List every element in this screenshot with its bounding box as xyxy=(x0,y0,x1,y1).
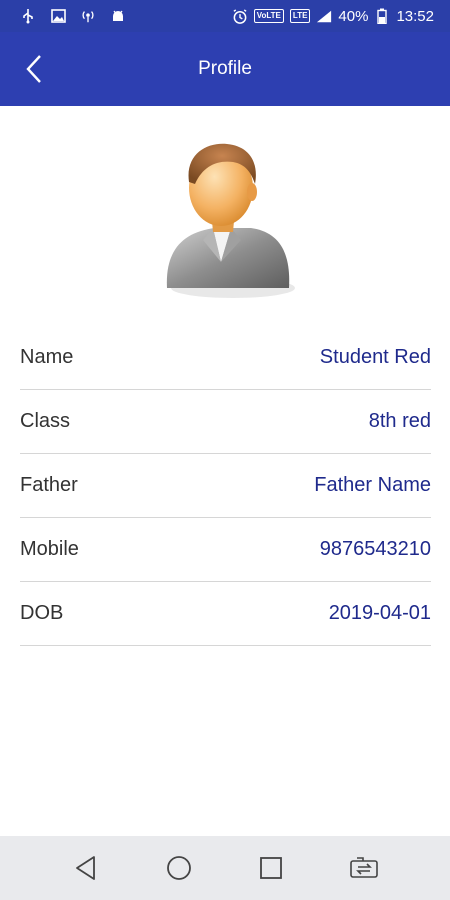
chevron-left-icon xyxy=(26,55,41,83)
lte-icon: LTE xyxy=(289,9,311,23)
battery-percent: 40% xyxy=(338,7,369,25)
battery-icon xyxy=(374,8,390,24)
mobile-label: Mobile xyxy=(20,538,79,560)
switch-sim-icon xyxy=(349,857,378,878)
status-time: 13:52 xyxy=(396,7,434,25)
father-value: Father Name xyxy=(314,474,431,496)
nav-recents-button[interactable] xyxy=(251,848,291,888)
avatar xyxy=(155,140,295,300)
back-triangle-icon xyxy=(76,856,96,880)
home-circle-icon xyxy=(166,856,191,880)
signal-icon xyxy=(316,8,332,24)
back-button[interactable] xyxy=(14,49,54,89)
alarm-icon xyxy=(232,8,248,24)
list-item-mobile: Mobile 9876543210 xyxy=(20,518,431,582)
volte-icon: VoLTE xyxy=(253,9,284,23)
android-debug-icon xyxy=(110,8,126,24)
status-left xyxy=(20,8,126,24)
hotspot-icon xyxy=(80,8,96,24)
dob-value: 2019-04-01 xyxy=(328,602,431,624)
father-label: Father xyxy=(20,474,78,496)
page-title: Profile xyxy=(198,58,252,79)
app-bar: Profile xyxy=(0,32,450,106)
status-bar: VoLTE LTE 40% 13:52 xyxy=(0,0,450,32)
dob-label: DOB xyxy=(20,602,64,624)
list-item-class: Class 8th red xyxy=(20,390,431,454)
nav-switch-sim-button[interactable] xyxy=(344,848,384,888)
usb-icon xyxy=(20,8,36,24)
status-right: VoLTE LTE 40% 13:52 xyxy=(232,8,434,25)
name-value: Student Red xyxy=(319,346,431,368)
user-avatar-icon xyxy=(166,143,295,298)
nav-home-button[interactable] xyxy=(159,848,199,888)
image-icon xyxy=(50,8,66,24)
list-item-father: Father Father Name xyxy=(20,454,431,518)
class-value: 8th red xyxy=(368,410,431,432)
nav-back-button[interactable] xyxy=(66,848,106,888)
recents-square-icon xyxy=(260,857,283,879)
list-item-dob: DOB 2019-04-01 xyxy=(20,582,431,646)
name-label: Name xyxy=(20,346,74,368)
list-item-name: Name Student Red xyxy=(20,326,431,390)
system-nav-bar xyxy=(0,836,450,900)
mobile-value: 9876543210 xyxy=(319,538,431,560)
class-label: Class xyxy=(20,410,71,432)
profile-details-list: Name Student Red Class 8th red Father Fa… xyxy=(20,326,431,646)
